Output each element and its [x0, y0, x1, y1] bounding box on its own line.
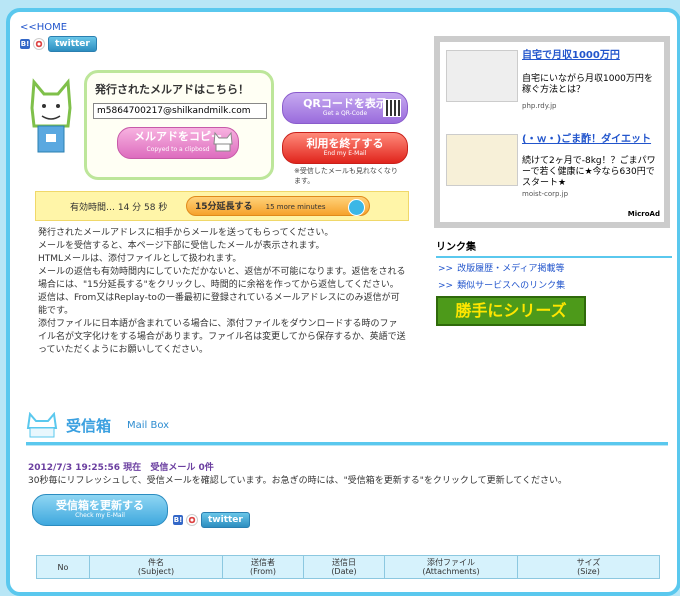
rss-icon[interactable]: [33, 38, 45, 50]
instruction-line: 返信は、From又はReplay-toの一番最初に登録されているメールアドレスに…: [38, 293, 400, 316]
show-qr-button[interactable]: QRコードを表示 Get a QR-Code: [282, 92, 408, 124]
mail-table: No 件名 (Subject) 送信者 (From) 送信日 (Date) 添付ファイ…: [36, 555, 660, 579]
end-service-note: ※受信したメールも見れなくなります。: [294, 167, 398, 185]
header-label: 添付ファイル: [427, 558, 475, 567]
copy-address-label: メルアドをコピー: [134, 130, 222, 143]
ad-body: 自宅にいながら月収1000万円を稼ぐ方法とは？: [522, 74, 653, 95]
instruction-line: 発行されたメールアドレスに相手からメールを送ってもらってください。: [38, 228, 334, 238]
page-frame: <<HOME B! twitter 発行されたメルアドはこちら！ m586470…: [6, 8, 680, 596]
header-label: No: [57, 562, 69, 572]
time-remaining: 有効時間… 14 分 58 秒: [70, 203, 168, 213]
header-label-en: (Subject): [137, 567, 175, 576]
mascot-cat-icon: [30, 78, 72, 153]
ad-brand: MicroAd: [627, 210, 660, 218]
header-size: サイズ (Size): [517, 555, 660, 579]
header-from: 送信者 (From): [222, 555, 304, 579]
ad-thumbnail[interactable]: [446, 134, 518, 186]
hatena-bookmark-icon[interactable]: B!: [20, 39, 30, 49]
hatena-bookmark-icon[interactable]: B!: [173, 515, 183, 525]
header-label-en: (From): [249, 567, 277, 576]
ad-content: 自宅で月収1000万円 自宅にいながら月収1000万円を稼ぐ方法とは？ php.…: [440, 42, 664, 222]
header-label: サイズ: [576, 558, 601, 567]
link-history-label: 改版履歴・メディア掲載等: [457, 264, 565, 274]
header-attachments: 添付ファイル (Attachments): [384, 555, 518, 579]
header-no: No: [36, 555, 90, 579]
qr-code-icon: [383, 99, 401, 117]
twitter-button[interactable]: twitter: [201, 512, 250, 528]
katte-series-banner[interactable]: 勝手にシリーズ: [436, 296, 586, 326]
mail-address-field[interactable]: m5864700217@shilkandmilk.com: [93, 103, 267, 119]
table-header-row: No 件名 (Subject) 送信者 (From) 送信日 (Date) 添付ファイ…: [36, 555, 660, 579]
show-qr-label: QRコードを表示: [303, 97, 387, 110]
link-similar[interactable]: >> 類似サービスへのリンク集: [438, 278, 565, 291]
header-label: 件名: [148, 558, 164, 567]
copy-address-button[interactable]: メルアドをコピー Copyed to a clipbosd: [117, 127, 239, 159]
inbox-heading: 受信箱 Mail Box: [26, 412, 169, 438]
ad-thumbnail[interactable]: [446, 50, 518, 102]
mail-address-panel: 発行されたメルアドはこちら！ m5864700217@shilkandmilk.…: [26, 70, 408, 185]
header-label: 送信日: [332, 558, 356, 567]
ad-body: 続けて2ヶ月で-8kg！？ごまパワーで若く健康に★今なら630円でスタート★: [522, 156, 656, 188]
ad-domain: php.rdy.jp: [522, 102, 557, 110]
refresh-inbox-button[interactable]: 受信箱を更新する Check my E-Mail: [32, 494, 168, 526]
ad-title[interactable]: 自宅で月収1000万円: [522, 50, 658, 61]
twitter-button[interactable]: twitter: [48, 36, 97, 52]
mail-address-box: 発行されたメルアドはこちら！ m5864700217@shilkandmilk.…: [84, 70, 274, 180]
extend-time-sub: 15 more minutes: [265, 203, 326, 211]
header-label: 送信者: [251, 558, 275, 567]
header-label-en: (Size): [577, 567, 600, 576]
instruction-line: メールの返信も有効時間内にしていただかないと、返信が不可能になります。返信をされ…: [38, 267, 406, 290]
divider: [26, 445, 668, 446]
instructions: 発行されたメールアドレスに相手からメールを送ってもらってください。 メールを受信…: [38, 227, 406, 357]
end-service-label: 利用を終了する: [306, 137, 384, 150]
inbox-count: 受信メール 0件: [150, 463, 214, 473]
inbox-status: 2012/7/3 19:25:56 現在 受信メール 0件: [28, 460, 220, 473]
link-similar-label: 類似サービスへのリンク集: [457, 281, 566, 291]
instruction-line: 添付ファイルに日本語が含まれている場合に、添付ファイルをダウンロードする時のファ…: [38, 319, 406, 355]
ad-item[interactable]: (・ｗ・)ごま酢！ダイエット 続けて2ヶ月で-8kg！？ごまパワーで若く健康に★…: [446, 134, 658, 204]
instruction-line: メールを受信すると、本ページ下部に受信したメールが表示されます。: [38, 241, 325, 251]
inbox-title: 受信箱: [66, 416, 112, 435]
refresh-inbox-label: 受信箱を更新する: [56, 499, 144, 512]
header-label-en: (Attachments): [422, 567, 480, 576]
mailbox-cat-icon: [26, 412, 58, 438]
end-service-button[interactable]: 利用を終了する End my E-Mail: [282, 132, 408, 164]
ad-item[interactable]: 自宅で月収1000万円 自宅にいながら月収1000万円を稼ぐ方法とは？ php.…: [446, 50, 658, 110]
cat-icon: [213, 131, 233, 152]
end-service-sub: End my E-Mail: [323, 150, 367, 157]
refresh-inbox-sub: Check my E-Mail: [75, 512, 125, 519]
ad-title[interactable]: (・ｗ・)ごま酢！ダイエット: [522, 134, 658, 145]
link-history[interactable]: >> 改版履歴・メディア掲載等: [438, 261, 564, 274]
inbox-title-en: Mail Box: [127, 419, 170, 431]
social-bookmarks-bottom: B! twitter: [173, 512, 250, 528]
header-date: 送信日 (Date): [303, 555, 385, 579]
inbox-timestamp: 2012/7/3 19:25:56 現在: [28, 463, 142, 473]
refresh-icon: [348, 199, 365, 216]
arrow-icon: >>: [438, 264, 454, 274]
extend-time-button[interactable]: 15分延長する 15 more minutes: [186, 196, 370, 216]
home-link[interactable]: <<HOME: [20, 22, 67, 33]
extend-time-label: 15分延長する: [195, 202, 253, 212]
instruction-line: HTMLメールは、添付ファイルとして扱われます。: [38, 254, 242, 264]
ad-panel: 自宅で月収1000万円 自宅にいながら月収1000万円を稼ぐ方法とは？ php.…: [434, 36, 670, 228]
links-heading: リンク集: [436, 238, 672, 258]
mail-address-title: 発行されたメルアドはこちら！: [95, 83, 249, 96]
rss-icon[interactable]: [186, 514, 198, 526]
header-subject: 件名 (Subject): [89, 555, 223, 579]
ad-domain: moist-corp.jp: [522, 190, 569, 198]
timer-bar: 有効時間… 14 分 58 秒 15分延長する 15 more minutes: [35, 191, 409, 221]
arrow-icon: >>: [438, 281, 454, 291]
social-bookmarks: B! twitter: [20, 36, 97, 52]
refresh-note: 30秒毎にリフレッシュして、受信メールを確認しています。お急ぎの時には、"受信箱…: [28, 476, 568, 486]
header-label-en: (Date): [331, 567, 357, 576]
